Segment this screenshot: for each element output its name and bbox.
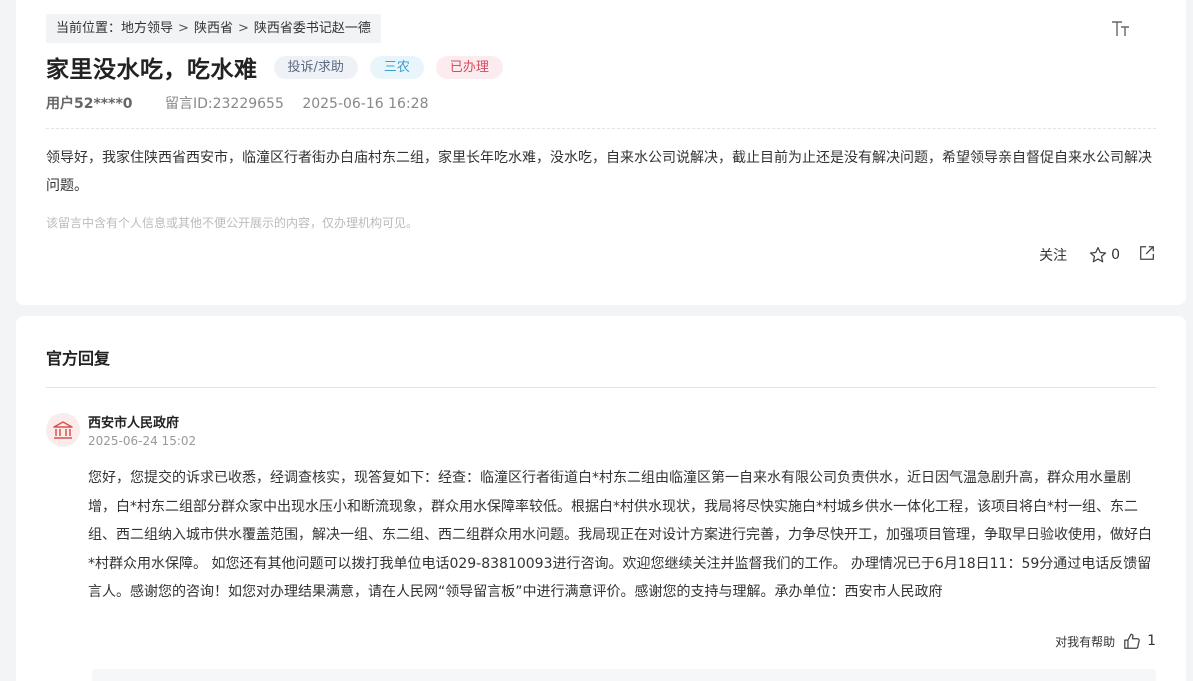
divider — [46, 387, 1156, 388]
follow-button[interactable]: 关注 — [1039, 245, 1067, 265]
breadcrumb-item-leader[interactable]: 陕西省委书记赵一德 — [254, 14, 371, 43]
title-row: 家里没水吃，吃水难 投诉/求助 三农 已办理 — [46, 50, 503, 84]
reply-body: 您好，您提交的诉求已收悉，经调查核实，现答复如下：经查：临潼区行者街道白*村东二… — [88, 470, 1152, 600]
avatar — [46, 413, 80, 447]
official-reply-card: 官方回复 西安市人民政府 2025-06-24 15:02 您好，您提交的诉求已… — [16, 316, 1186, 681]
post-actions: 关注 0 — [1039, 244, 1156, 266]
post-content: 领导好，我家住陕西省西安市，临潼区行者街办白庙村东二组，家里长年吃水难，没水吃，… — [46, 150, 1152, 194]
helpful-count: 1 — [1147, 633, 1156, 649]
status-badge: 已办理 — [435, 55, 503, 79]
divider — [46, 128, 1156, 129]
share-icon — [1140, 246, 1154, 260]
breadcrumb-item-local-leaders[interactable]: 地方领导 — [121, 14, 173, 43]
privacy-notice: 该留言中含有个人信息或其他不便公开展示的内容，仅办理机构可见。 — [46, 216, 419, 230]
breadcrumb: 当前位置：地方领导 > 陕西省 > 陕西省委书记赵一德 — [46, 14, 381, 43]
breadcrumb-item-shaanxi[interactable]: 陕西省 — [194, 14, 233, 43]
star-count: 0 — [1111, 247, 1120, 263]
message-card: 当前位置：地方领导 > 陕西省 > 陕西省委书记赵一德 家里没水吃，吃水难 投诉/求助 … — [16, 0, 1186, 305]
star-icon — [1089, 246, 1107, 263]
comment-box[interactable] — [92, 669, 1156, 681]
share-button[interactable] — [1138, 244, 1156, 266]
font-size-icon[interactable] — [1110, 18, 1132, 40]
post-user: 用户52****0 — [46, 96, 133, 112]
post-title: 家里没水吃，吃水难 — [46, 57, 258, 83]
breadcrumb-separator: > — [237, 21, 249, 36]
tag-complaint[interactable]: 投诉/求助 — [273, 55, 358, 79]
post-meta: 用户52****0 留言ID:23229655 2025-06-16 16:28 — [46, 93, 428, 113]
helpful-button[interactable]: 对我有帮助 1 — [1055, 632, 1156, 650]
helpful-label: 对我有帮助 — [1055, 634, 1116, 649]
reply-datetime: 2025-06-24 15:02 — [88, 434, 197, 448]
message-id: 留言ID:23229655 — [164, 96, 284, 112]
tag-agriculture[interactable]: 三农 — [369, 55, 424, 79]
government-building-icon — [53, 421, 73, 439]
thumbs-up-icon — [1124, 633, 1140, 649]
breadcrumb-separator: > — [178, 21, 189, 36]
breadcrumb-prefix: 当前位置： — [56, 21, 122, 36]
section-title: 官方回复 — [46, 349, 111, 368]
post-datetime: 2025-06-16 16:28 — [302, 96, 429, 112]
reply-org-name: 西安市人民政府 — [88, 416, 180, 431]
favorite-button[interactable]: 0 — [1089, 246, 1120, 264]
